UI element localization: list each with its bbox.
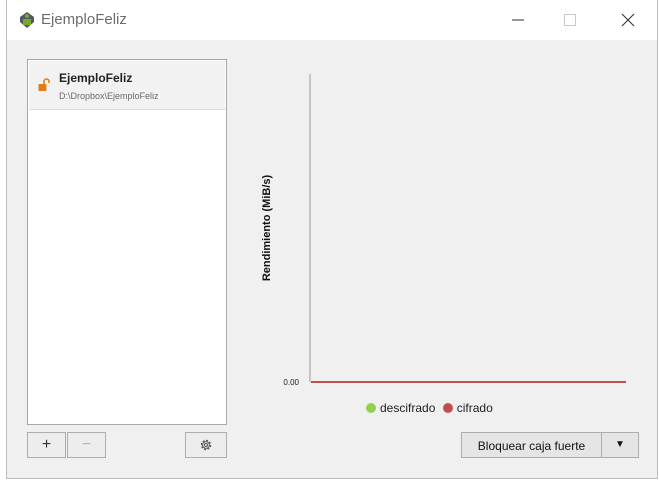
throughput-chart: Rendimiento (MiB/s) 0.00: [261, 74, 626, 387]
chart-legend: descifrado cifrado: [366, 401, 497, 415]
legend-swatch: [442, 403, 453, 413]
legend-label: descifrado: [380, 401, 436, 415]
y-axis-title: Rendimiento (MiB/s): [261, 175, 273, 282]
legend-swatch: [366, 403, 376, 413]
chevron-down-icon[interactable]: ▼: [615, 439, 625, 450]
legend-item-cifrado: cifrado: [442, 401, 493, 415]
split-button-divider: [601, 433, 602, 457]
y-tick-label: 0.00: [283, 378, 299, 387]
app-window: EjemploFeliz EjemploFeliz D:\Dropbox\Eje…: [6, 0, 658, 479]
legend-item-descifrado: descifrado: [366, 401, 435, 415]
lock-vault-button[interactable]: Bloquear caja fuerte ▼: [461, 432, 639, 458]
legend-label: cifrado: [456, 401, 493, 415]
lock-vault-label: Bloquear caja fuerte: [477, 439, 586, 453]
